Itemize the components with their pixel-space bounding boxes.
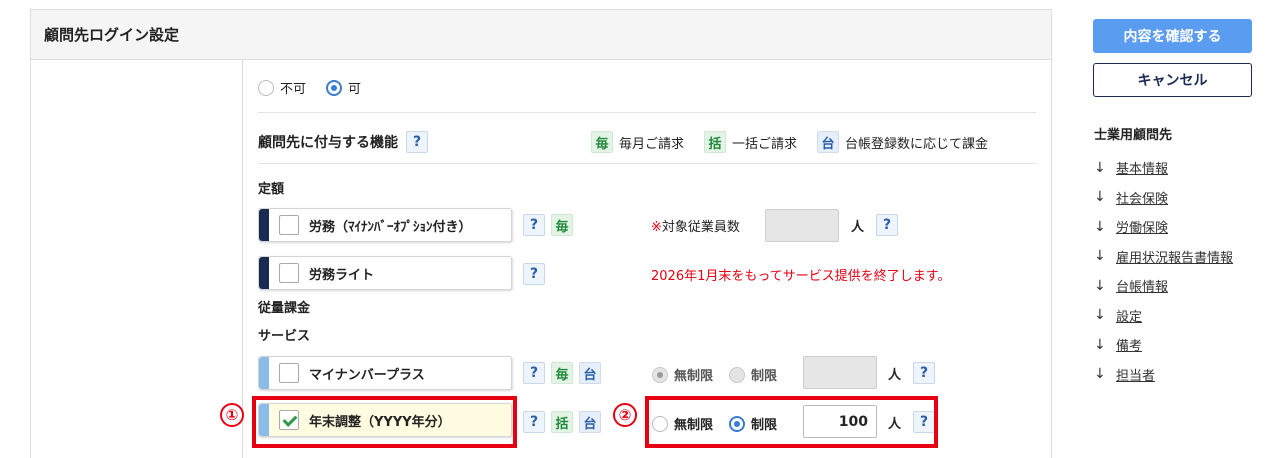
service-end-notice: 2026年1月末をもってサービス提供を終了します。 bbox=[651, 269, 951, 284]
roumu-checkbox[interactable] bbox=[279, 215, 299, 235]
mynumber-limited-radio[interactable] bbox=[729, 366, 746, 383]
nav-link[interactable]: 社会保険 bbox=[1116, 188, 1168, 207]
login-enabled-label: 可 bbox=[348, 82, 362, 97]
section-service: サービス bbox=[258, 329, 311, 344]
employee-count-input[interactable] bbox=[765, 209, 839, 242]
nav-link[interactable]: 設定 bbox=[1116, 306, 1142, 325]
arrow-down-icon: ↓ bbox=[1094, 307, 1106, 324]
nav-item-ledger[interactable]: ↓ 台帳情報 bbox=[1094, 271, 1233, 301]
features-label: 顧問先に付与する機能 bbox=[258, 135, 398, 151]
ledger-badge-icon: 台 bbox=[817, 131, 840, 153]
section-metered: 従量課金 bbox=[258, 301, 311, 316]
mynumber-limited-label: 制限 bbox=[751, 369, 778, 384]
annotation-number-2: ② bbox=[613, 403, 637, 427]
nav-item-labor-insurance[interactable]: ↓ 労働保険 bbox=[1094, 212, 1233, 242]
service-roumu-lite[interactable]: 労務ライト bbox=[258, 256, 512, 290]
mynumber-limit-unit: 人 bbox=[888, 368, 902, 383]
arrow-down-icon: ↓ bbox=[1094, 159, 1106, 176]
nenmatsu-help-icon[interactable]: ? bbox=[523, 411, 545, 433]
arrow-down-icon: ↓ bbox=[1094, 218, 1106, 235]
nav-link[interactable]: 備考 bbox=[1116, 335, 1142, 354]
annotation-number-1: ① bbox=[220, 403, 244, 427]
nav-link[interactable]: 労働保険 bbox=[1116, 217, 1168, 236]
login-disabled-radio[interactable] bbox=[258, 79, 274, 96]
page-nav-title: 士業用顧問先 bbox=[1094, 128, 1173, 143]
roumu-lite-label: 労務ライト bbox=[309, 267, 375, 283]
cancel-button[interactable]: キャンセル bbox=[1093, 63, 1252, 97]
nenmatsu-badges: ? 括 台 bbox=[523, 411, 601, 433]
ledger-badge-icon: 台 bbox=[579, 411, 601, 433]
monthly-badge-icon: 毎 bbox=[591, 131, 613, 153]
legend-lump-text: 一括ご請求 bbox=[732, 136, 798, 152]
login-option-group: 不可 可 bbox=[258, 78, 361, 97]
service-color-bar bbox=[259, 257, 269, 289]
annotation-frame-2 bbox=[645, 396, 938, 448]
nav-item-basic-info[interactable]: ↓ 基本情報 bbox=[1094, 153, 1233, 183]
service-mynumber-plus[interactable]: マイナンバープラス bbox=[258, 356, 512, 390]
arrow-down-icon: ↓ bbox=[1094, 189, 1106, 206]
nav-item-social-insurance[interactable]: ↓ 社会保険 bbox=[1094, 183, 1233, 213]
features-help-icon[interactable]: ? bbox=[406, 131, 428, 153]
service-color-bar bbox=[259, 357, 269, 389]
roumu-label: 労務（ﾏｲﾅﾝﾊﾞｰｵﾌﾟｼｮﾝ付き） bbox=[309, 219, 472, 235]
nav-item-employment-report[interactable]: ↓ 雇用状況報告書情報 bbox=[1094, 242, 1233, 272]
service-color-bar bbox=[259, 209, 269, 241]
mynumber-unlimited-radio[interactable] bbox=[652, 366, 668, 383]
mynumber-checkbox[interactable] bbox=[279, 363, 299, 383]
mynumber-label: マイナンバープラス bbox=[309, 367, 425, 383]
monthly-badge-icon: 毎 bbox=[551, 214, 573, 236]
legend-ledger-text: 台帳登録数に応じて課金 bbox=[845, 136, 989, 152]
label-column bbox=[31, 60, 243, 458]
mynumber-badges: ? 毎 台 bbox=[523, 362, 601, 384]
employee-count-label: ※対象従業員数 bbox=[651, 216, 740, 235]
mynumber-limit-help-icon[interactable]: ? bbox=[913, 362, 935, 384]
features-heading: 顧問先に付与する機能 ? bbox=[258, 131, 428, 153]
monthly-badge-icon: 毎 bbox=[551, 362, 573, 384]
features-legend: 毎 毎月ご請求 括 一括ご請求 台 台帳登録数に応じて課金 bbox=[591, 131, 988, 153]
mynumber-limit-input[interactable] bbox=[803, 356, 877, 389]
ledger-badge-icon: 台 bbox=[579, 362, 601, 384]
notice-mark: ※ bbox=[651, 220, 662, 235]
divider bbox=[258, 163, 1036, 164]
legend-monthly-text: 毎月ご請求 bbox=[619, 136, 685, 152]
confirm-button[interactable]: 内容を確認する bbox=[1093, 19, 1252, 53]
mynumber-unlimited-label: 無制限 bbox=[674, 369, 714, 384]
page-nav: 士業用顧問先 ↓ 基本情報 ↓ 社会保険 ↓ 労働保険 ↓ 雇用状況報告書情報 ↓ 台帳情… bbox=[1094, 124, 1233, 389]
roumu-lite-checkbox[interactable] bbox=[279, 263, 299, 283]
divider bbox=[258, 112, 1036, 113]
employee-count-help-icon[interactable]: ? bbox=[876, 214, 898, 236]
nav-item-staff[interactable]: ↓ 担当者 bbox=[1094, 360, 1233, 390]
arrow-down-icon: ↓ bbox=[1094, 248, 1106, 265]
roumu-help-icon[interactable]: ? bbox=[523, 214, 545, 236]
arrow-down-icon: ↓ bbox=[1094, 366, 1106, 383]
employee-count-text: 対象従業員数 bbox=[661, 220, 740, 235]
roumu-lite-help-icon[interactable]: ? bbox=[523, 263, 545, 285]
panel-title: 顧問先ログイン設定 bbox=[44, 26, 180, 44]
nav-item-notes[interactable]: ↓ 備考 bbox=[1094, 330, 1233, 360]
nav-link[interactable]: 担当者 bbox=[1116, 365, 1155, 384]
nav-link[interactable]: 台帳情報 bbox=[1116, 276, 1168, 295]
mynumber-help-icon[interactable]: ? bbox=[523, 362, 545, 384]
lump-badge-icon: 括 bbox=[551, 411, 573, 433]
lump-badge-icon: 括 bbox=[704, 131, 727, 153]
nav-item-settings[interactable]: ↓ 設定 bbox=[1094, 301, 1233, 331]
panel-header: 顧問先ログイン設定 bbox=[31, 10, 1051, 60]
service-roumu[interactable]: 労務（ﾏｲﾅﾝﾊﾞｰｵﾌﾟｼｮﾝ付き） bbox=[258, 208, 512, 242]
nav-link[interactable]: 雇用状況報告書情報 bbox=[1116, 247, 1233, 266]
roumu-badges: ? 毎 bbox=[523, 214, 573, 236]
mynumber-limit-group: 無制限 制限 bbox=[652, 365, 777, 384]
arrow-down-icon: ↓ bbox=[1094, 277, 1106, 294]
arrow-down-icon: ↓ bbox=[1094, 336, 1106, 353]
login-enabled-radio[interactable] bbox=[326, 79, 343, 96]
nav-link[interactable]: 基本情報 bbox=[1116, 158, 1168, 177]
employee-count-unit: 人 bbox=[851, 220, 865, 235]
annotation-frame-1 bbox=[252, 396, 517, 448]
login-disabled-label: 不可 bbox=[280, 82, 307, 97]
section-fixed: 定額 bbox=[258, 182, 285, 197]
